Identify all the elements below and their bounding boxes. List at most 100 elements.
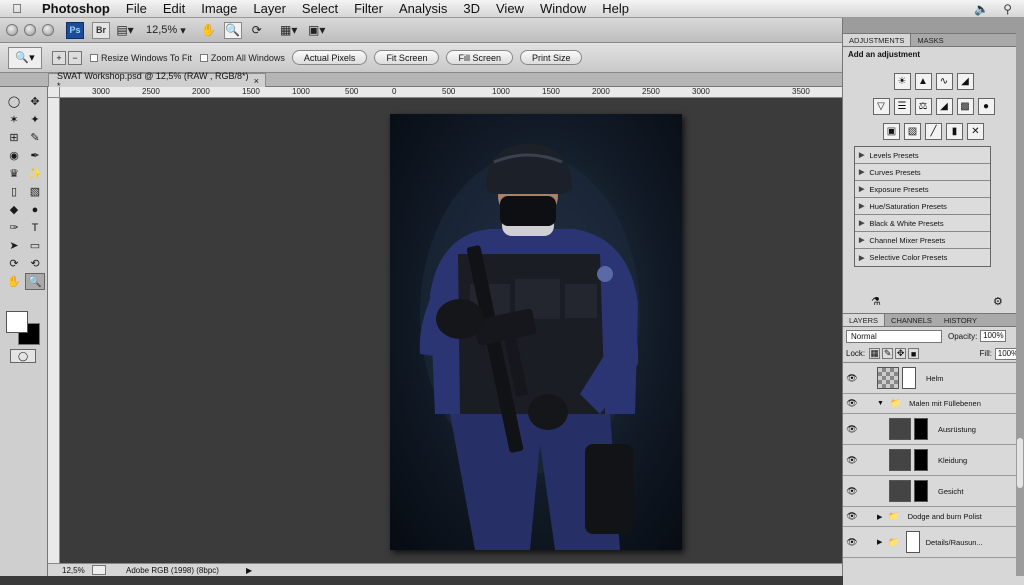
layer-row-helm[interactable]: 👁 Helm bbox=[843, 363, 1024, 394]
tool-preset-picker[interactable]: 🔍▾ bbox=[8, 46, 42, 69]
path-selection-tool-icon[interactable]: ➤ bbox=[4, 237, 24, 254]
zoom-level-dropdown[interactable]: 12,5% ▾ bbox=[146, 24, 186, 37]
eye-icon[interactable]: 👁 bbox=[843, 537, 861, 548]
rotate-view-icon[interactable]: ⟳ bbox=[248, 22, 266, 39]
zoom-out-icon[interactable]: − bbox=[68, 50, 82, 65]
eraser-tool-icon[interactable]: ▯ bbox=[4, 183, 24, 200]
eye-icon[interactable]: 👁 bbox=[843, 486, 861, 497]
selective-color-icon[interactable]: ✕ bbox=[967, 123, 984, 140]
return-to-list-icon[interactable]: ⚗ bbox=[871, 295, 881, 308]
apple-icon[interactable]:  bbox=[0, 1, 34, 16]
clone-stamp-tool-icon[interactable]: ♛ bbox=[4, 165, 24, 182]
tab-channels[interactable]: CHANNELS bbox=[885, 314, 938, 326]
levels-icon[interactable]: ▲ bbox=[914, 73, 932, 90]
layer-group-details[interactable]: 👁 ▶ 📁 Details/Rausun... bbox=[843, 527, 1024, 558]
history-brush-tool-icon[interactable]: ✨ bbox=[25, 165, 45, 182]
3d-rotate-tool-icon[interactable]: ⟳ bbox=[4, 255, 24, 272]
tab-adjustments[interactable]: ADJUSTMENTS bbox=[843, 34, 912, 46]
group-expanded-icon[interactable]: ▼ bbox=[877, 400, 884, 407]
group-collapsed-icon[interactable]: ▶ bbox=[877, 538, 882, 546]
brightness-contrast-icon[interactable]: ☀ bbox=[893, 73, 911, 90]
exposure-icon[interactable]: ◢ bbox=[956, 73, 974, 90]
menu-3d[interactable]: 3D bbox=[455, 1, 488, 16]
healing-brush-tool-icon[interactable]: ◉ bbox=[4, 147, 24, 164]
invert-icon[interactable]: ▣ bbox=[883, 123, 900, 140]
gradient-tool-icon[interactable]: ▧ bbox=[25, 183, 45, 200]
play-arrow-icon[interactable]: ▶ bbox=[246, 566, 252, 575]
zoom-in-icon[interactable]: + bbox=[52, 50, 66, 65]
menu-app[interactable]: Photoshop bbox=[34, 1, 118, 16]
color-balance-icon[interactable]: ⚖ bbox=[914, 98, 932, 115]
lock-position-icon[interactable]: ✥ bbox=[895, 348, 907, 359]
preset-selective-color[interactable]: ▶ Selective Color Presets bbox=[855, 249, 990, 266]
shape-tool-icon[interactable]: ▭ bbox=[25, 237, 45, 254]
spotlight-icon[interactable]: ⚲ bbox=[1003, 2, 1012, 16]
volume-icon[interactable]: 🔈 bbox=[974, 2, 989, 16]
group-collapsed-icon[interactable]: ▶ bbox=[877, 513, 882, 521]
gradient-map-icon[interactable]: ▮ bbox=[946, 123, 963, 140]
document-image[interactable] bbox=[390, 114, 682, 550]
view-extras-icon[interactable]: ▤▾ bbox=[116, 22, 134, 39]
menu-image[interactable]: Image bbox=[193, 1, 245, 16]
preset-curves[interactable]: ▶ Curves Presets bbox=[855, 164, 990, 181]
eye-icon[interactable]: 👁 bbox=[843, 424, 861, 435]
menu-window[interactable]: Window bbox=[532, 1, 594, 16]
lasso-tool-icon[interactable]: ✶ bbox=[4, 111, 24, 128]
menu-analysis[interactable]: Analysis bbox=[391, 1, 455, 16]
status-zoom[interactable]: 12,5% bbox=[48, 566, 92, 575]
menu-filter[interactable]: Filter bbox=[346, 1, 391, 16]
screen-mode-icon[interactable]: ▣▾ bbox=[308, 22, 326, 39]
document-tab[interactable]: SWAT Workshop.psd @ 12,5% (RAW , RGB/8*)… bbox=[48, 71, 266, 91]
blur-tool-icon[interactable]: ◆ bbox=[4, 201, 24, 218]
eye-icon[interactable]: 👁 bbox=[843, 511, 861, 522]
hue-saturation-icon[interactable]: ☰ bbox=[893, 98, 911, 115]
tab-masks[interactable]: MASKS bbox=[911, 34, 949, 46]
menu-select[interactable]: Select bbox=[294, 1, 346, 16]
lock-transparency-icon[interactable]: ▦ bbox=[869, 348, 881, 359]
layer-row-ausruestung[interactable]: 👁 Ausrüstung bbox=[843, 414, 1024, 445]
minimize-window-button[interactable] bbox=[24, 24, 36, 36]
posterize-icon[interactable]: ▧ bbox=[904, 123, 921, 140]
marquee-tool-icon[interactable]: ◯ bbox=[4, 93, 24, 110]
curves-icon[interactable]: ∿ bbox=[935, 73, 953, 90]
print-size-button[interactable]: Print Size bbox=[519, 50, 583, 65]
panel-options-icon[interactable]: ⚙ bbox=[993, 295, 1003, 308]
hand-tool-icon[interactable]: ✋ bbox=[4, 273, 24, 290]
scroll-thumb[interactable] bbox=[1017, 438, 1023, 488]
tab-layers[interactable]: LAYERS bbox=[843, 314, 886, 326]
brush-tool-icon[interactable]: ✒ bbox=[25, 147, 45, 164]
vibrance-icon[interactable]: ▽ bbox=[872, 98, 890, 115]
eye-icon[interactable]: 👁 bbox=[843, 373, 861, 384]
panel-scrollbar[interactable] bbox=[1016, 18, 1024, 576]
zoom-tool-icon[interactable]: 🔍 bbox=[223, 21, 242, 39]
status-menu-icon[interactable] bbox=[92, 565, 106, 575]
blend-mode-dropdown[interactable]: Normal bbox=[846, 329, 942, 343]
menu-view[interactable]: View bbox=[488, 1, 532, 16]
crop-tool-icon[interactable]: ⊞ bbox=[4, 129, 24, 146]
layer-row-gesicht[interactable]: 👁 Gesicht bbox=[843, 476, 1024, 507]
pen-tool-icon[interactable]: ✑ bbox=[4, 219, 24, 236]
zoom-tool-icon[interactable]: 🔍 bbox=[25, 273, 45, 290]
hand-tool-icon[interactable]: ✋ bbox=[200, 22, 218, 39]
foreground-color-swatch[interactable] bbox=[6, 311, 28, 333]
bridge-launch-button[interactable]: Br bbox=[92, 21, 110, 39]
quick-mask-button[interactable]: ◯ bbox=[10, 349, 36, 363]
tab-history[interactable]: HISTORY bbox=[938, 314, 983, 326]
vertical-ruler[interactable] bbox=[48, 98, 60, 563]
magic-wand-tool-icon[interactable]: ✦ bbox=[25, 111, 45, 128]
preset-hue-saturation[interactable]: ▶ Hue/Saturation Presets bbox=[855, 198, 990, 215]
horizontal-ruler[interactable]: 3000 2500 2000 1500 1000 500 0 500 1000 … bbox=[60, 87, 842, 98]
eye-icon[interactable]: 👁 bbox=[843, 455, 861, 466]
dodge-tool-icon[interactable]: ● bbox=[25, 201, 45, 218]
eye-icon[interactable]: 👁 bbox=[843, 398, 861, 409]
close-window-button[interactable] bbox=[6, 24, 18, 36]
fit-screen-button[interactable]: Fit Screen bbox=[374, 50, 440, 65]
menu-edit[interactable]: Edit bbox=[155, 1, 193, 16]
preset-channel-mixer[interactable]: ▶ Channel Mixer Presets bbox=[855, 232, 990, 249]
actual-pixels-button[interactable]: Actual Pixels bbox=[291, 50, 368, 65]
menu-layer[interactable]: Layer bbox=[245, 1, 294, 16]
lock-all-icon[interactable]: ■ bbox=[908, 348, 920, 359]
type-tool-icon[interactable]: T bbox=[25, 219, 45, 236]
threshold-icon[interactable]: ╱ bbox=[925, 123, 942, 140]
menu-help[interactable]: Help bbox=[594, 1, 637, 16]
